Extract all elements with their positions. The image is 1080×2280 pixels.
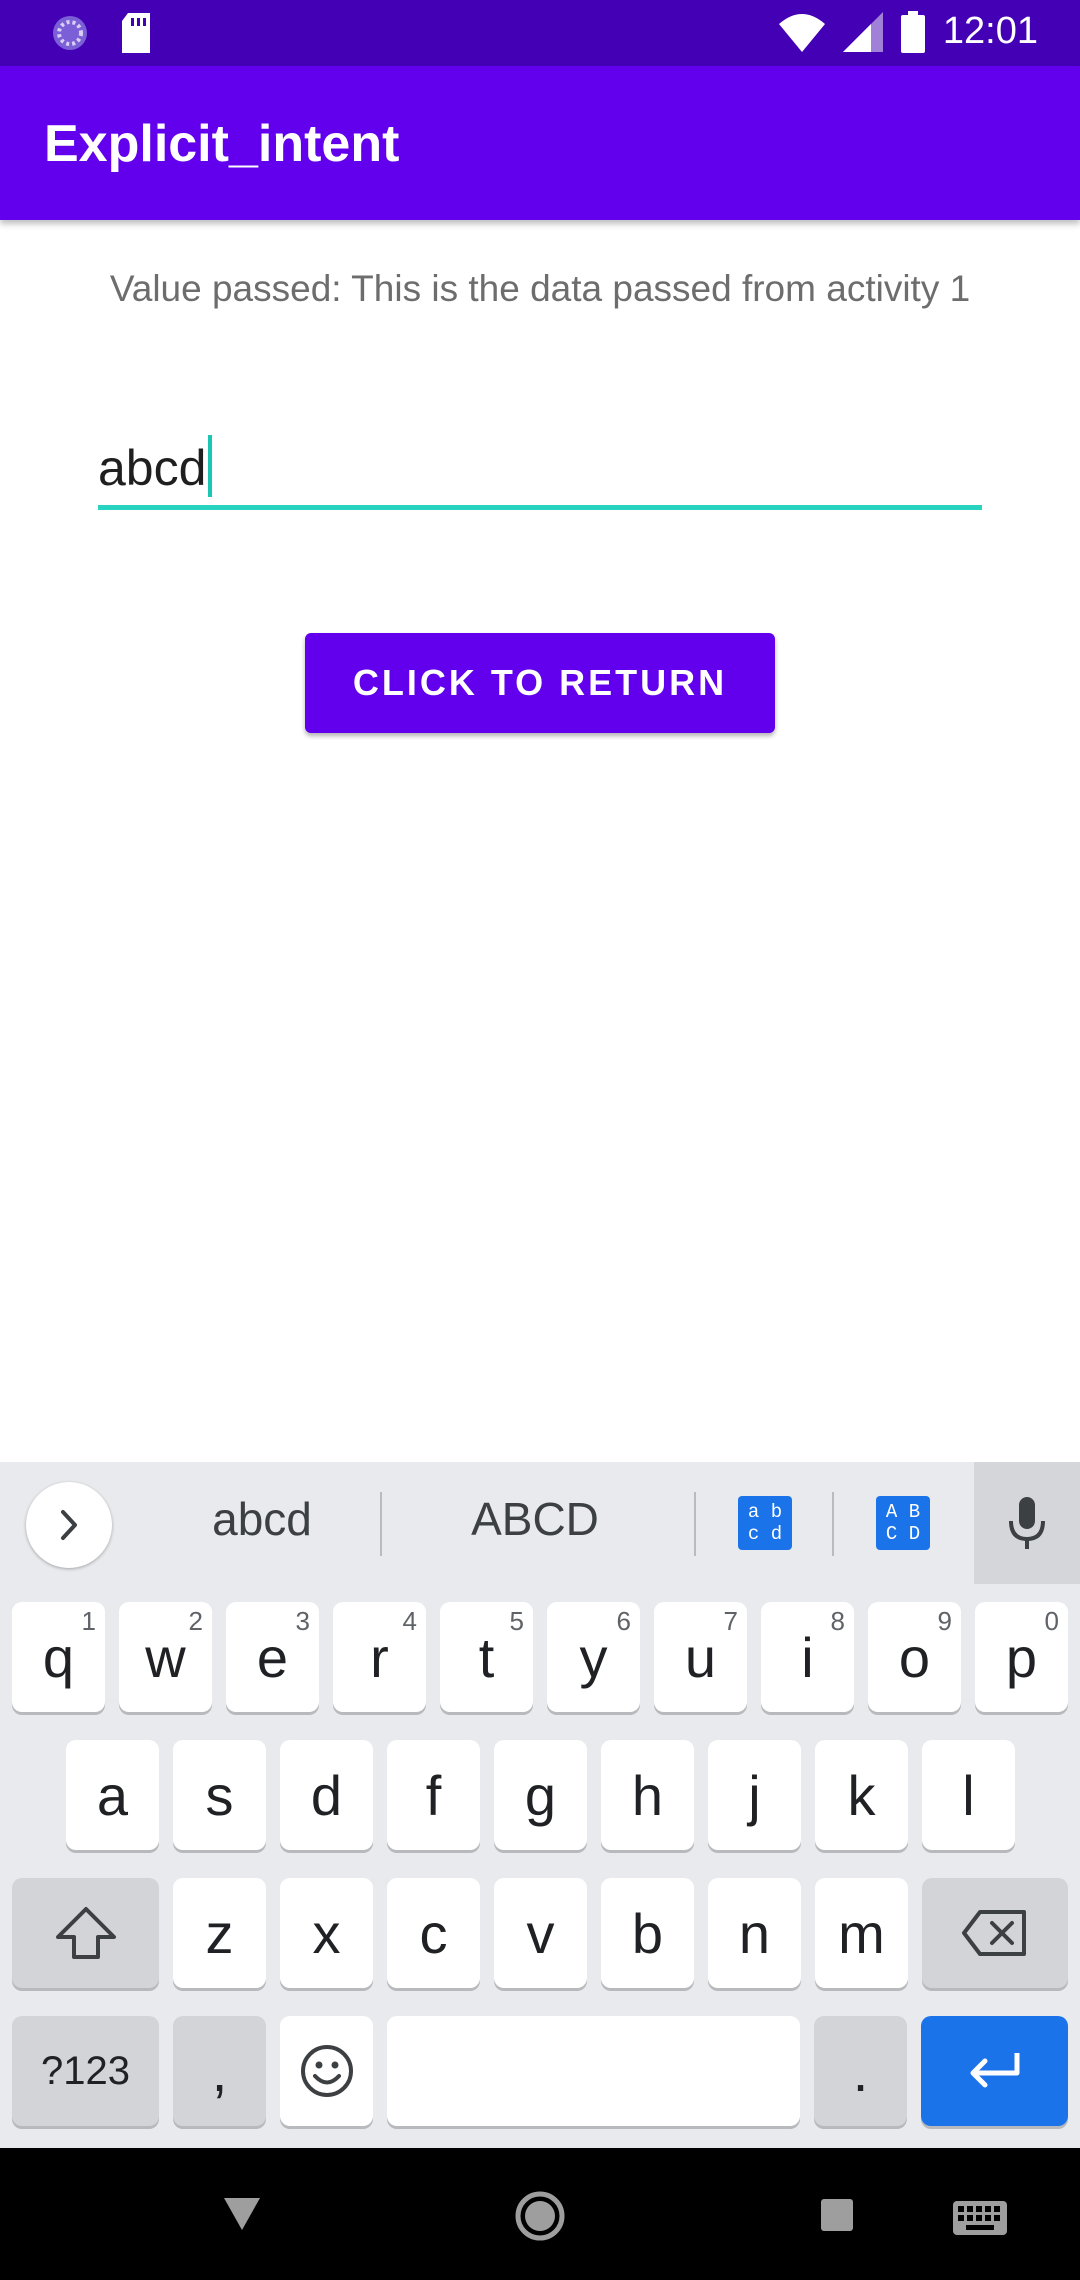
key-o[interactable]: o9 (868, 1602, 961, 1712)
key-b[interactable]: b (601, 1878, 694, 1988)
chevron-right-icon (61, 1510, 77, 1540)
suggestion-divider (694, 1492, 696, 1556)
sync-icon (53, 16, 87, 50)
space-key[interactable] (387, 2016, 800, 2126)
key-h[interactable]: h (601, 1740, 694, 1850)
key-e[interactable]: e3 (226, 1602, 319, 1712)
signal-icon (842, 11, 883, 52)
symbols-key[interactable]: ?123 (12, 2016, 159, 2126)
back-icon[interactable] (222, 2196, 262, 2232)
app-title: Explicit_intent (44, 115, 400, 173)
keyboard-icon[interactable] (952, 2200, 1008, 2236)
key-n[interactable]: n (708, 1878, 801, 1988)
key-w[interactable]: w2 (119, 1602, 212, 1712)
backspace-key[interactable] (922, 1878, 1068, 1988)
text-input-value: abcd (98, 440, 207, 496)
comma-key[interactable]: , (173, 2016, 266, 2126)
battery-icon (900, 10, 925, 53)
enter-key[interactable] (921, 2016, 1068, 2126)
backspace-icon (962, 1910, 1026, 1956)
value-passed-text: Value passed: This is the data passed fr… (109, 268, 971, 309)
emoji-key[interactable] (280, 2016, 373, 2126)
key-l[interactable]: l (922, 1740, 1015, 1850)
key-i[interactable]: i8 (761, 1602, 854, 1712)
key-p[interactable]: p0 (975, 1602, 1068, 1712)
home-icon[interactable] (514, 2190, 566, 2242)
key-q[interactable]: q1 (12, 1602, 105, 1712)
suggestion-divider (380, 1492, 382, 1556)
text-cursor (208, 435, 213, 497)
key-u[interactable]: u7 (654, 1602, 747, 1712)
key-z[interactable]: z (173, 1878, 266, 1988)
enter-icon (970, 2053, 1019, 2088)
key-c[interactable]: c (387, 1878, 480, 1988)
voice-input-button[interactable] (974, 1462, 1080, 1584)
text-input[interactable]: abcd (98, 426, 982, 510)
key-t[interactable]: t5 (440, 1602, 533, 1712)
key-d[interactable]: d (280, 1740, 373, 1850)
key-j[interactable]: j (708, 1740, 801, 1850)
key-f[interactable]: f (387, 1740, 480, 1850)
recents-icon[interactable] (820, 2198, 854, 2232)
expand-suggestions-button[interactable] (26, 1482, 112, 1568)
suggestion-divider (832, 1492, 834, 1556)
emoji-icon (300, 2045, 353, 2097)
key-x[interactable]: x (280, 1878, 373, 1988)
key-k[interactable]: k (815, 1740, 908, 1850)
key-s[interactable]: s (173, 1740, 266, 1850)
navigation-bar (0, 2148, 1080, 2280)
suggestion-strip: abcd ABCD a b c d A B C D (0, 1462, 1080, 1584)
key-r[interactable]: r4 (333, 1602, 426, 1712)
shift-icon (55, 1907, 116, 1959)
lowercase-toggle-icon[interactable]: a b c d (738, 1496, 792, 1550)
soft-keyboard: abcd ABCD a b c d A B C D q1 w2 e3 r4 t5… (0, 1462, 1080, 2148)
key-y[interactable]: y6 (547, 1602, 640, 1712)
wifi-icon (778, 13, 825, 52)
period-key[interactable]: . (814, 2016, 907, 2126)
key-g[interactable]: g (494, 1740, 587, 1850)
status-bar: 12:01 (0, 0, 1080, 66)
key-m[interactable]: m (815, 1878, 908, 1988)
key-v[interactable]: v (494, 1878, 587, 1988)
suggestion-2[interactable]: ABCD (395, 1492, 675, 1546)
key-a[interactable]: a (66, 1740, 159, 1850)
mic-icon (1009, 1497, 1045, 1549)
status-icons-right: 12:01 (778, 10, 1038, 53)
click-to-return-button[interactable]: CLICK TO RETURN (305, 633, 775, 733)
app-bar: Explicit_intent (0, 66, 1080, 220)
status-icons-left (50, 13, 152, 53)
uppercase-toggle-icon[interactable]: A B C D (876, 1496, 930, 1550)
shift-key[interactable] (12, 1878, 159, 1988)
suggestion-1[interactable]: abcd (142, 1492, 382, 1546)
status-time: 12:01 (942, 10, 1038, 52)
sd-card-icon (122, 13, 150, 53)
